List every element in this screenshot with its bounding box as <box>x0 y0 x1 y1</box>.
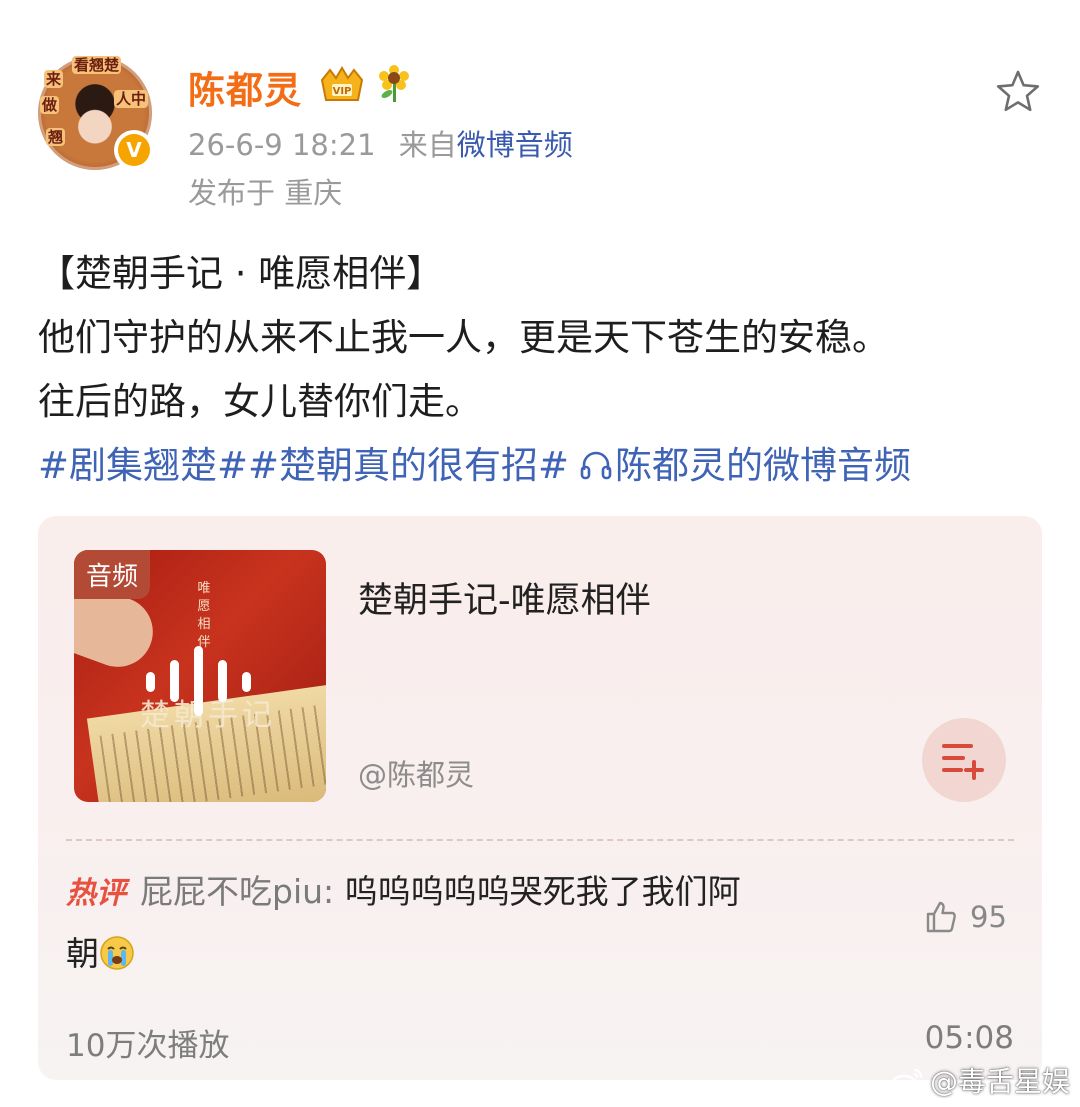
audio-title[interactable]: 楚朝手记-唯愿相伴 <box>358 572 651 623</box>
thumbs-up-icon <box>926 901 956 933</box>
post-source-link[interactable]: 微博音频 <box>457 128 573 162</box>
audio-card[interactable]: 唯愿相伴 楚朝手记 音频 楚朝手记-唯愿相伴 @陈都灵 热评 屁屁不吃piu: … <box>38 516 1042 1080</box>
weibo-post: 来 看翘楚 做 人中 翘 V 陈都灵 VIP 26-6-9 18:21 来自微博… <box>0 0 1080 1107</box>
add-to-playlist-button[interactable] <box>922 718 1006 802</box>
post-location: 发布于 重庆 <box>188 176 343 210</box>
like-count: 95 <box>970 900 1007 934</box>
audio-wave-icon <box>146 646 251 716</box>
watermark: @毒舌星娱 <box>890 1060 1070 1100</box>
username[interactable]: 陈都灵 <box>188 60 302 114</box>
from-prefix: 来自 <box>398 128 457 162</box>
hot-comment-label: 热评 <box>66 876 126 911</box>
audio-badge: 音频 <box>74 550 151 599</box>
hot-comment[interactable]: 热评 屁屁不吃piu: 呜呜呜呜呜哭死我了我们阿 朝 <box>66 862 886 984</box>
audio-duration: 05:08 <box>924 1020 1014 1056</box>
post-time: 26-6-9 18:21 <box>188 128 376 162</box>
playlist-add-icon <box>942 744 984 780</box>
post-line-2: 往后的路，女儿替你们走。 <box>38 380 482 423</box>
post-title-line: 【楚朝手记 · 唯愿相伴】 <box>38 252 444 295</box>
crying-emoji-icon <box>100 936 134 970</box>
avatar-text-kanqiaochu: 看翘楚 <box>72 56 122 74</box>
comment-like-button[interactable]: 95 <box>924 900 1007 934</box>
play-count: 10万次播放 <box>66 1028 230 1064</box>
card-divider <box>66 839 1014 841</box>
avatar-text-renzhong: 人中 <box>114 90 149 108</box>
hashtag-links[interactable]: #剧集翘楚##楚朝真的很有招# <box>38 444 569 487</box>
cover-vertical-text: 唯愿相伴 <box>197 581 211 650</box>
comment-text-line1: 呜呜呜呜呜哭死我了我们阿 <box>344 872 741 911</box>
post-line-1: 他们守护的从来不止我一人，更是天下苍生的安稳。 <box>38 316 889 359</box>
audio-author[interactable]: @陈都灵 <box>358 752 474 794</box>
hashtag-line: #剧集翘楚##楚朝真的很有招# 陈都灵的微博音频 <box>38 434 1048 498</box>
post-content: 【楚朝手记 · 唯愿相伴】 他们守护的从来不止我一人，更是天下苍生的安稳。 往后… <box>38 242 1048 498</box>
audio-cover[interactable]: 唯愿相伴 楚朝手记 音频 <box>74 550 326 802</box>
weibo-logo-icon <box>890 1068 923 1094</box>
sunflower-icon <box>379 65 409 102</box>
headphone-icon <box>580 451 612 480</box>
crown-member-icon: VIP <box>320 66 364 101</box>
favorite-star-icon[interactable] <box>994 68 1042 116</box>
comment-text-line2: 朝 <box>66 934 99 973</box>
verified-badge: V <box>114 130 154 170</box>
avatar-text-qiao: 翘 <box>46 128 66 146</box>
commenter-name[interactable]: 屁屁不吃piu: <box>140 872 334 911</box>
verified-v-icon: V <box>118 134 150 166</box>
svg-text:VIP: VIP <box>333 86 352 97</box>
watermark-text: @毒舌星娱 <box>929 1065 1070 1098</box>
avatar-text-lai: 来 <box>44 70 64 88</box>
avatar-text-zuo: 做 <box>40 96 60 114</box>
post-meta: 26-6-9 18:21 来自微博音频 <box>188 122 573 164</box>
audio-profile-link[interactable]: 陈都灵的微博音频 <box>615 444 911 487</box>
